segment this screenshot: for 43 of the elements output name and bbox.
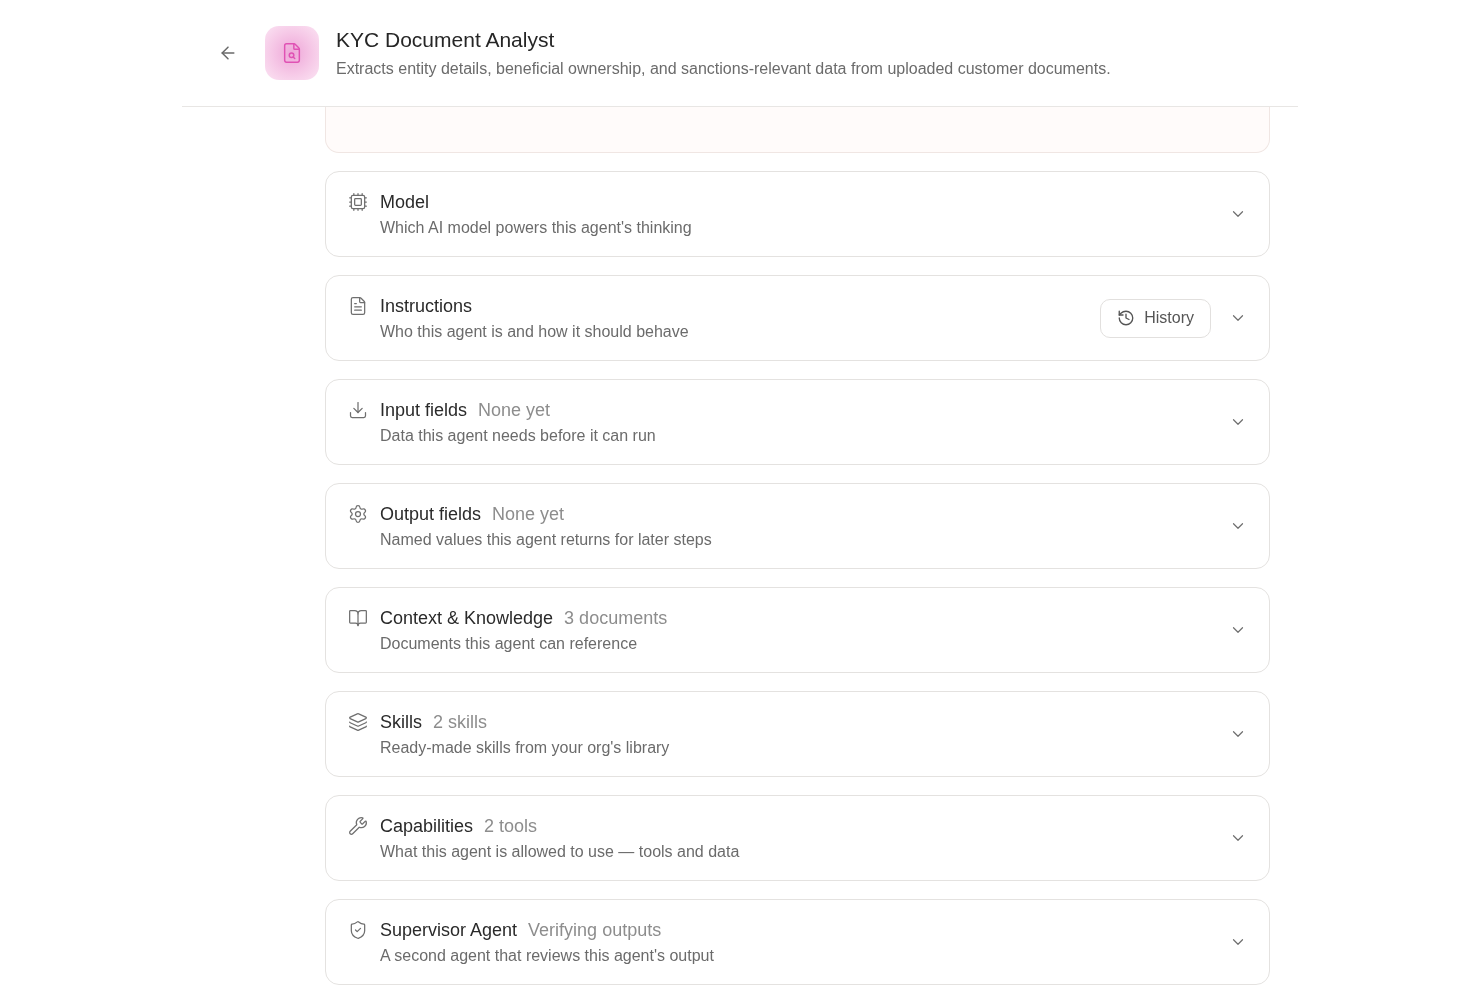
section-status: 2 skills [433, 710, 488, 734]
section-card[interactable]: Skills 2 skills Ready-made skills from your org's library [325, 691, 1270, 777]
section-status: None yet [492, 502, 565, 526]
agent-avatar-icon [265, 26, 319, 80]
section-description: Which AI model powers this agent's thinking [380, 217, 693, 238]
section-title: Skills [380, 710, 422, 734]
section-title: Output fields [380, 502, 482, 526]
section-title: Capabilities [380, 814, 474, 838]
layers-icon [348, 712, 368, 732]
section-card[interactable]: Input fields None yet Data this agent needs before it can run [325, 379, 1270, 465]
history-icon [1117, 309, 1136, 327]
agent-description: Extracts entity details, beneficial ownership, and sanctions-relevant data from uploaded customer documents. [336, 59, 1111, 79]
section-description: Documents this agent can reference [380, 633, 639, 654]
section-title: Instructions [380, 294, 473, 318]
section-description: Ready-made skills from your org's library [380, 737, 671, 758]
shield-check-icon [348, 920, 368, 940]
section-card[interactable]: Context & Knowledge 3 documents Documents this agent can reference [325, 587, 1270, 673]
section-description: Who this agent is and how it should behave [380, 321, 690, 342]
section-description: A second agent that reviews this agent's output [380, 945, 715, 966]
section-description: What this agent is allowed to use — tools and data [380, 841, 741, 862]
section-title: Input fields [380, 398, 468, 422]
document-icon [348, 296, 368, 316]
section-description: Named values this agent returns for later steps [380, 529, 713, 550]
history-button[interactable]: History [1100, 298, 1211, 338]
section-title: Model [380, 190, 430, 214]
section-status: Verifying outputs [528, 918, 662, 942]
settings-icon [348, 504, 368, 524]
section-description: Data this agent needs before it can run [380, 425, 657, 446]
section-status: None yet [478, 398, 551, 422]
section-card[interactable]: Model Which AI model powers this agent's thinking [325, 171, 1270, 257]
section-card[interactable]: Output fields None yet Named values this agent returns for later steps [325, 483, 1270, 569]
section-status: 3 documents [564, 606, 668, 630]
section-title: Supervisor Agent [380, 918, 518, 942]
chip-icon [348, 192, 368, 212]
book-icon [348, 608, 368, 628]
section-title: Context & Knowledge [380, 606, 554, 630]
section-status: 2 tools [484, 814, 538, 838]
wrench-icon [348, 816, 368, 836]
download-icon [348, 400, 368, 420]
section-card[interactable]: Supervisor Agent Verifying outputs A second agent that reviews this agent's output [325, 899, 1270, 985]
section-card[interactable]: Capabilities 2 tools What this agent is allowed to use — tools and data [325, 795, 1270, 881]
agent-title: KYC Document Analyst [336, 27, 556, 53]
section-card[interactable]: Instructions Who this agent is and how it should behave History [325, 275, 1270, 361]
